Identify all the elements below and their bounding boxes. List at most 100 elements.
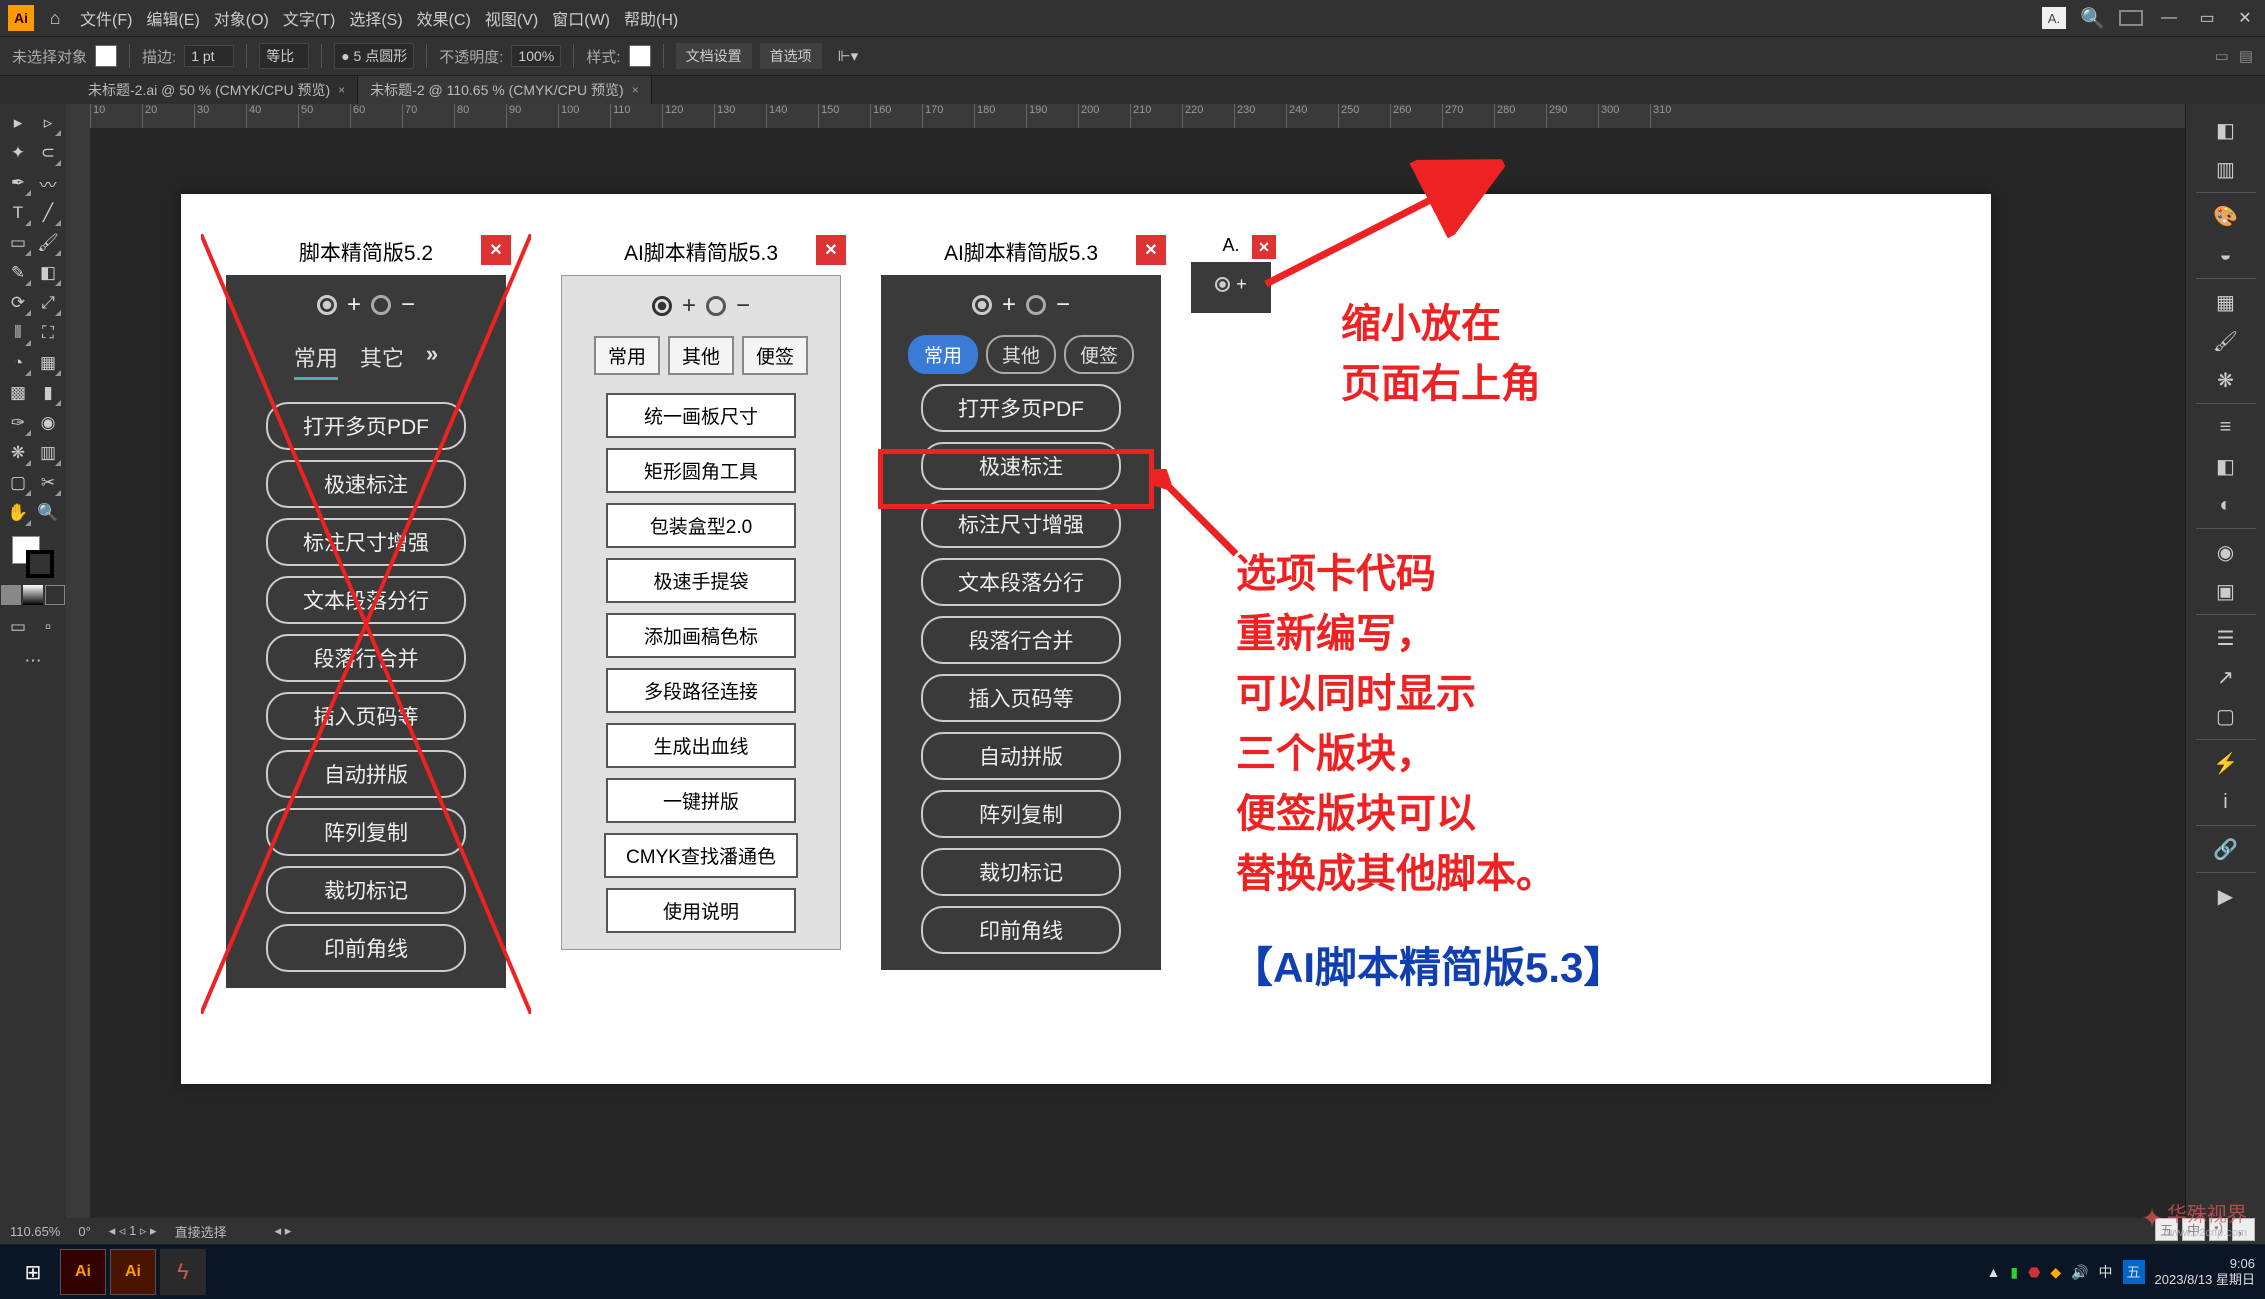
free-transform-tool[interactable]: ⛶: [33, 318, 63, 348]
canvas[interactable]: 1020304050607080901001101201301401501601…: [66, 104, 2185, 1218]
radio-off-icon[interactable]: [706, 296, 726, 316]
gradient-tool[interactable]: ▮: [33, 378, 63, 408]
script-button[interactable]: CMYK查找潘通色: [604, 833, 798, 878]
script-button[interactable]: 裁切标记: [921, 848, 1121, 896]
libraries-panel-icon[interactable]: ▥: [2208, 151, 2244, 187]
radio-off-icon[interactable]: [1026, 295, 1046, 315]
tray-keyboard-icon[interactable]: 五: [2123, 1260, 2145, 1284]
close-tab-icon[interactable]: ×: [632, 83, 639, 97]
prefs-button[interactable]: 首选项: [760, 43, 822, 69]
fill-stroke-control[interactable]: [12, 536, 54, 578]
radio-on-icon[interactable]: [1215, 277, 1230, 292]
doc-tab-1[interactable]: 未标题-2.ai @ 50 % (CMYK/CPU 预览)×: [76, 76, 358, 104]
tab-common[interactable]: 常用: [908, 335, 978, 374]
mesh-tool[interactable]: ▩: [3, 378, 33, 408]
properties-panel-icon[interactable]: ◧: [2208, 112, 2244, 148]
close-button[interactable]: ✕: [816, 235, 846, 265]
fill-swatch[interactable]: [95, 45, 117, 67]
script-button[interactable]: 标注尺寸增强: [266, 518, 466, 566]
script-button[interactable]: 极速手提袋: [606, 558, 796, 603]
toolbar-more[interactable]: ⋯: [18, 646, 48, 676]
script-button[interactable]: 统一画板尺寸: [606, 393, 796, 438]
script-button[interactable]: 阵列复制: [921, 790, 1121, 838]
script-button[interactable]: 打开多页PDF: [921, 384, 1121, 432]
rotation-angle[interactable]: 0°: [78, 1224, 90, 1239]
menu-view[interactable]: 视图(V): [485, 6, 538, 30]
appearance-panel-icon[interactable]: ◉: [2208, 534, 2244, 570]
tab-common[interactable]: 常用: [294, 341, 338, 380]
script-button[interactable]: 印前角线: [266, 924, 466, 972]
radio-off-icon[interactable]: [371, 295, 391, 315]
eraser-tool[interactable]: ◧: [33, 258, 63, 288]
opacity-value[interactable]: 100%: [511, 45, 561, 67]
script-button[interactable]: 段落行合并: [921, 616, 1121, 664]
radio-on-icon[interactable]: [317, 295, 337, 315]
scale-tool[interactable]: ⤢: [33, 288, 63, 318]
rectangle-tool[interactable]: ▭: [3, 228, 33, 258]
taskbar-ai-2[interactable]: Ai: [110, 1249, 156, 1295]
script-button[interactable]: 文本段落分行: [266, 576, 466, 624]
menu-effect[interactable]: 效果(C): [417, 6, 471, 30]
panel-toggle-icon[interactable]: ▭: [2215, 47, 2229, 65]
actions-panel-icon[interactable]: ⚡: [2208, 745, 2244, 781]
script-button[interactable]: 添加画稿色标: [606, 613, 796, 658]
menu-window[interactable]: 窗口(W): [552, 6, 610, 30]
doc-tab-2[interactable]: 未标题-2 @ 110.65 % (CMYK/CPU 预览)×: [358, 76, 652, 104]
rotate-tool[interactable]: ⟳: [3, 288, 33, 318]
script-button[interactable]: 段落行合并: [266, 634, 466, 682]
info-panel-icon[interactable]: i: [2208, 784, 2244, 820]
script-button[interactable]: 文本段落分行: [921, 558, 1121, 606]
artboards-panel-icon[interactable]: ▢: [2208, 698, 2244, 734]
workspace-icon[interactable]: [2119, 10, 2143, 26]
menu-help[interactable]: 帮助(H): [624, 6, 678, 30]
blend-tool[interactable]: ◉: [33, 408, 63, 438]
tab-other[interactable]: 其他: [668, 336, 734, 375]
clock[interactable]: 9:062023/8/13 星期日: [2155, 1256, 2255, 1287]
doc-setup-button[interactable]: 文档设置: [676, 43, 752, 69]
home-icon[interactable]: ⌂: [42, 5, 68, 31]
shape-builder-tool[interactable]: ◔: [3, 348, 33, 378]
edit-mode[interactable]: ▫: [33, 612, 63, 642]
ruler-vertical[interactable]: [66, 128, 90, 1218]
zoom-tool[interactable]: 🔍: [33, 498, 63, 528]
script-button[interactable]: 裁切标记: [266, 866, 466, 914]
menu-type[interactable]: 文字(T): [283, 6, 335, 30]
transparency-panel-icon[interactable]: ◐: [2208, 487, 2244, 523]
tab-notes[interactable]: 便签: [1064, 335, 1134, 374]
script-button[interactable]: 印前角线: [921, 906, 1121, 954]
brushes-panel-icon[interactable]: 🖌: [2208, 323, 2244, 359]
eyedropper-tool[interactable]: ✑: [3, 408, 33, 438]
brush-dropdown[interactable]: ● 5 点圆形: [334, 43, 414, 69]
tab-common[interactable]: 常用: [594, 336, 660, 375]
ruler-origin[interactable]: [66, 104, 90, 128]
minimize-icon[interactable]: —: [2157, 6, 2181, 30]
script-button[interactable]: 包装盒型2.0: [606, 503, 796, 548]
perspective-tool[interactable]: ▦: [33, 348, 63, 378]
start-button[interactable]: ⊞: [10, 1249, 56, 1295]
pen-tool[interactable]: ✒: [3, 168, 33, 198]
symbol-sprayer-tool[interactable]: ❋: [3, 438, 33, 468]
graphic-styles-icon[interactable]: ▣: [2208, 573, 2244, 609]
tray-icon[interactable]: ▲: [1987, 1264, 2001, 1280]
symbols-panel-icon[interactable]: ❋: [2208, 362, 2244, 398]
radio-on-icon[interactable]: [972, 295, 992, 315]
ruler-horizontal[interactable]: 1020304050607080901001101201301401501601…: [90, 104, 2185, 128]
artboard-nav[interactable]: ◂ ◃ 1 ▹ ▸: [109, 1223, 157, 1239]
style-swatch[interactable]: [629, 45, 651, 67]
script-button[interactable]: 使用说明: [606, 888, 796, 933]
script-button[interactable]: 多段路径连接: [606, 668, 796, 713]
tray-icon[interactable]: ◆: [2050, 1264, 2061, 1281]
close-icon[interactable]: ✕: [2233, 6, 2257, 30]
taskbar-app[interactable]: ϟ: [160, 1249, 206, 1295]
script-button[interactable]: 生成出血线: [606, 723, 796, 768]
stroke-value[interactable]: 1 pt: [184, 45, 234, 67]
script-button[interactable]: 阵列复制: [266, 808, 466, 856]
tray-icon[interactable]: ▮: [2010, 1264, 2018, 1281]
panel-toggle-icon-2[interactable]: ▤: [2239, 47, 2253, 65]
color-guide-icon[interactable]: ◒: [2208, 237, 2244, 273]
script-button[interactable]: 一键拼版: [606, 778, 796, 823]
uniform-dropdown[interactable]: 等比: [259, 43, 309, 69]
mini-panel-top[interactable]: A.: [2042, 7, 2066, 29]
artboard-tool[interactable]: ▢: [3, 468, 33, 498]
play-icon[interactable]: ▶: [2208, 878, 2244, 914]
